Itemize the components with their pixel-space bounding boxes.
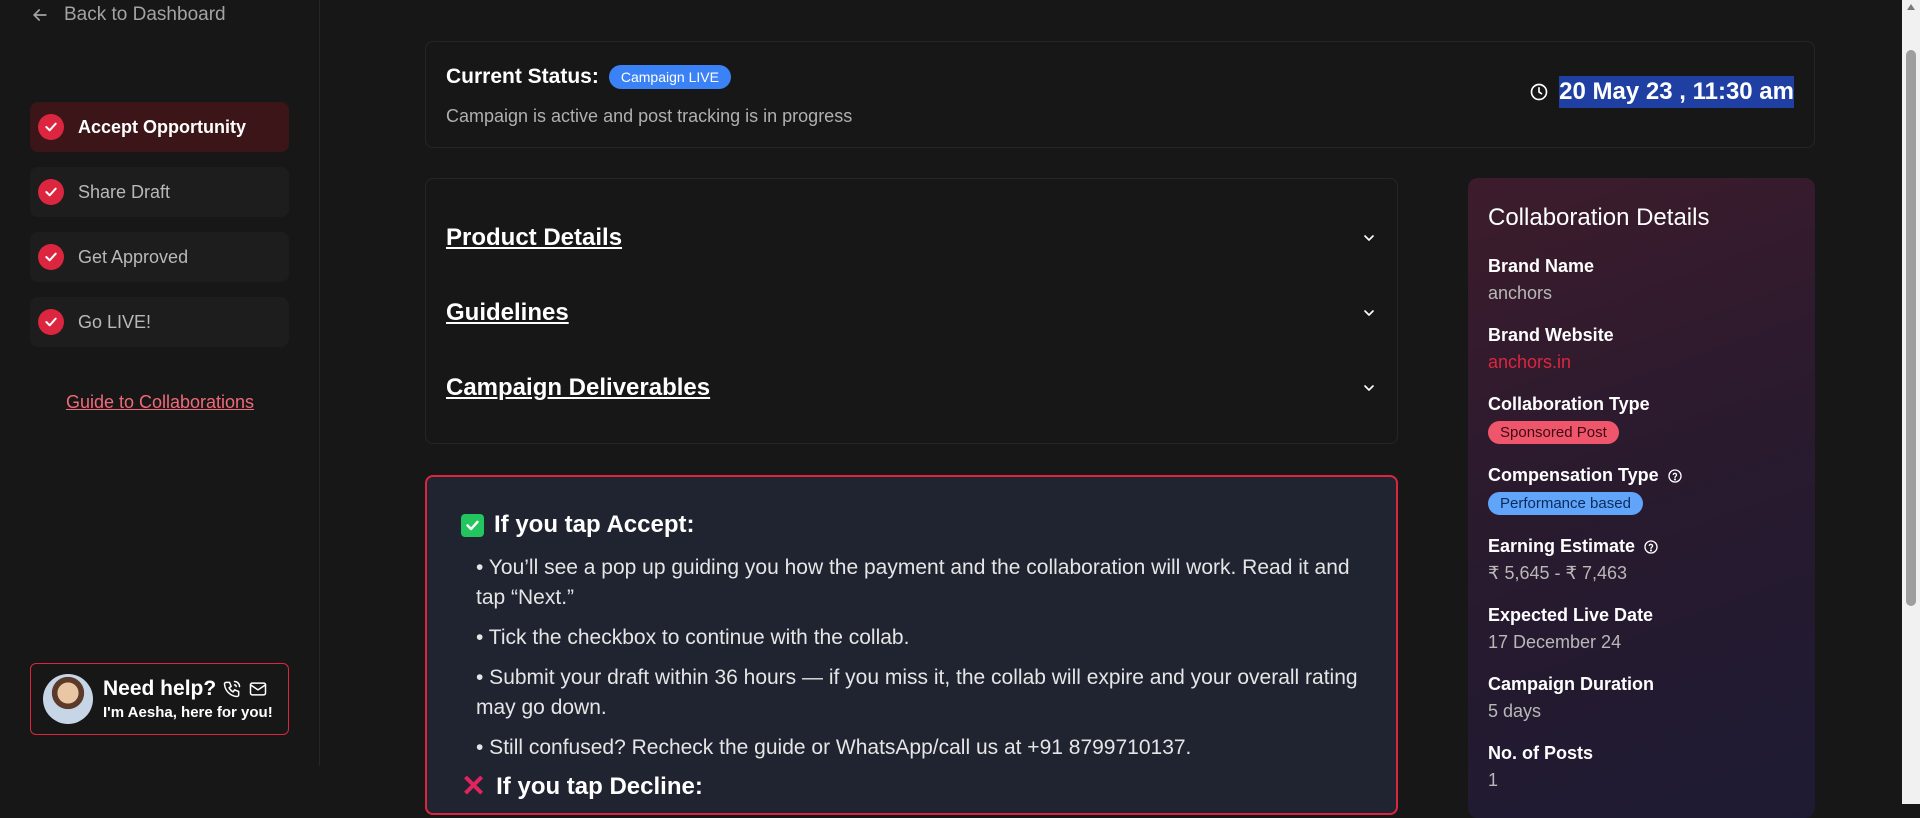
accordion-title: Product Details — [446, 224, 623, 251]
field-label: Earning Estimate — [1488, 536, 1795, 557]
accordion-campaign-deliverables[interactable]: Campaign Deliverables — [446, 368, 1377, 408]
field-label: Brand Website — [1488, 325, 1614, 345]
cross-mark-icon: ✕ — [461, 770, 487, 803]
help-subtitle: I'm Aesha, here for you! — [103, 704, 273, 721]
accordion-guidelines[interactable]: Guidelines — [446, 293, 1377, 333]
compensation-type-badge: Performance based — [1488, 492, 1643, 515]
step-list: Accept Opportunity Share Draft Get Appro… — [30, 102, 289, 362]
field-value: 17 December 24 — [1488, 632, 1622, 652]
back-to-dashboard-link[interactable]: Back to Dashboard — [30, 4, 226, 26]
field-value: ₹ 5,645 - ₹ 7,463 — [1488, 563, 1627, 583]
status-badge: Campaign LIVE — [608, 65, 731, 89]
help-title-text: Need help? — [103, 677, 217, 700]
brand-website-field: Brand Website anchors.in — [1488, 325, 1795, 373]
list-item: • Tick the checkbox to continue with the… — [476, 626, 910, 649]
status-label: Current Status: — [446, 65, 599, 88]
step-go-live[interactable]: Go LIVE! — [30, 297, 289, 347]
accordion-product-details[interactable]: Product Details — [446, 218, 1377, 258]
compensation-type-field: Compensation Type Performance based — [1488, 465, 1795, 515]
collaboration-type-badge: Sponsored Post — [1488, 421, 1619, 444]
details-accordion: Product Details Guidelines Campaign Deli… — [425, 178, 1398, 444]
status-card: Current Status: Campaign LIVE Campaign i… — [425, 41, 1815, 148]
avatar — [43, 674, 93, 724]
arrow-left-icon — [32, 9, 47, 21]
check-icon — [38, 114, 64, 140]
step-share-draft[interactable]: Share Draft — [30, 167, 289, 217]
field-value: 1 — [1488, 770, 1499, 790]
step-accept-opportunity[interactable]: Accept Opportunity — [30, 102, 289, 152]
brand-website-link[interactable]: anchors.in — [1488, 352, 1795, 373]
list-item: • Submit your draft within 36 hours — if… — [476, 666, 1358, 719]
accept-heading-text: If you tap Accept: — [494, 511, 695, 538]
status-timestamp: 20 May 23 , 11:30 am — [1529, 76, 1794, 108]
field-value: 5 days — [1488, 701, 1542, 721]
field-label-text: Earning Estimate — [1488, 536, 1636, 556]
timestamp-text: 20 May 23 , 11:30 am — [1559, 76, 1794, 108]
field-label: No. of Posts — [1488, 743, 1594, 763]
chevron-down-icon — [1364, 310, 1374, 316]
collaboration-details-card: Collaboration Details Brand Name anchors… — [1468, 178, 1815, 818]
field-label-text: Compensation Type — [1488, 465, 1659, 485]
step-label: Get Approved — [78, 246, 189, 267]
sidebar: Back to Dashboard Accept Opportunity Sha… — [0, 0, 320, 766]
back-label: Back to Dashboard — [64, 4, 226, 25]
phone-icon[interactable] — [222, 679, 242, 699]
help-title: Need help? — [103, 677, 273, 701]
chevron-down-icon — [1364, 385, 1374, 391]
step-label: Accept Opportunity — [78, 116, 247, 137]
accordion-title: Guidelines — [446, 299, 569, 326]
accept-info-box: If you tap Accept: • You’ll see a pop up… — [425, 475, 1398, 815]
check-icon — [38, 309, 64, 335]
mail-icon[interactable] — [248, 679, 268, 699]
field-label: Collaboration Type — [1488, 394, 1650, 414]
collaboration-details-title: Collaboration Details — [1488, 204, 1710, 231]
field-label: Compensation Type — [1488, 465, 1795, 486]
scrollbar-thumb[interactable] — [1906, 50, 1916, 606]
field-value: anchors — [1488, 283, 1553, 303]
status-description: Campaign is active and post tracking is … — [446, 106, 853, 126]
scroll-up-arrow-icon[interactable] — [1907, 4, 1915, 10]
earning-estimate-field: Earning Estimate ₹ 5,645 - ₹ 7,463 — [1488, 536, 1795, 584]
step-label: Share Draft — [78, 181, 171, 202]
check-icon — [38, 244, 64, 270]
help-card[interactable]: Need help? I'm Aesha, here for you! — [30, 663, 289, 735]
field-label: Campaign Duration — [1488, 674, 1655, 694]
list-item: • Still confused? Recheck the guide or W… — [476, 736, 1192, 759]
check-mark-icon — [461, 513, 484, 537]
brand-name-field: Brand Name anchors — [1488, 256, 1795, 304]
help-circle-icon[interactable] — [1667, 468, 1683, 484]
help-circle-icon[interactable] — [1643, 539, 1659, 555]
guide-to-collaborations-link[interactable]: Guide to Collaborations — [0, 392, 320, 413]
chevron-down-icon — [1364, 235, 1374, 241]
list-item: • You’ll see a pop up guiding you how th… — [476, 556, 1350, 609]
accept-bullet-list: • You’ll see a pop up guiding you how th… — [461, 553, 1362, 763]
field-label: Brand Name — [1488, 256, 1595, 276]
page-scrollbar[interactable] — [1902, 0, 1920, 804]
decline-heading-text: If you tap Decline: — [496, 773, 703, 800]
check-icon — [38, 179, 64, 205]
accept-heading: If you tap Accept: — [461, 511, 1362, 539]
step-get-approved[interactable]: Get Approved — [30, 232, 289, 282]
status-line: Current Status: Campaign LIVE — [446, 65, 731, 89]
step-label: Go LIVE! — [78, 311, 152, 332]
accordion-title: Campaign Deliverables — [446, 374, 711, 401]
campaign-duration-field: Campaign Duration 5 days — [1488, 674, 1795, 722]
number-of-posts-field: No. of Posts 1 — [1488, 743, 1795, 791]
clock-icon — [1530, 83, 1548, 101]
decline-heading: ✕ If you tap Decline: — [461, 770, 1362, 803]
field-label: Expected Live Date — [1488, 605, 1654, 625]
expected-live-date-field: Expected Live Date 17 December 24 — [1488, 605, 1795, 653]
collaboration-type-field: Collaboration Type Sponsored Post — [1488, 394, 1795, 444]
